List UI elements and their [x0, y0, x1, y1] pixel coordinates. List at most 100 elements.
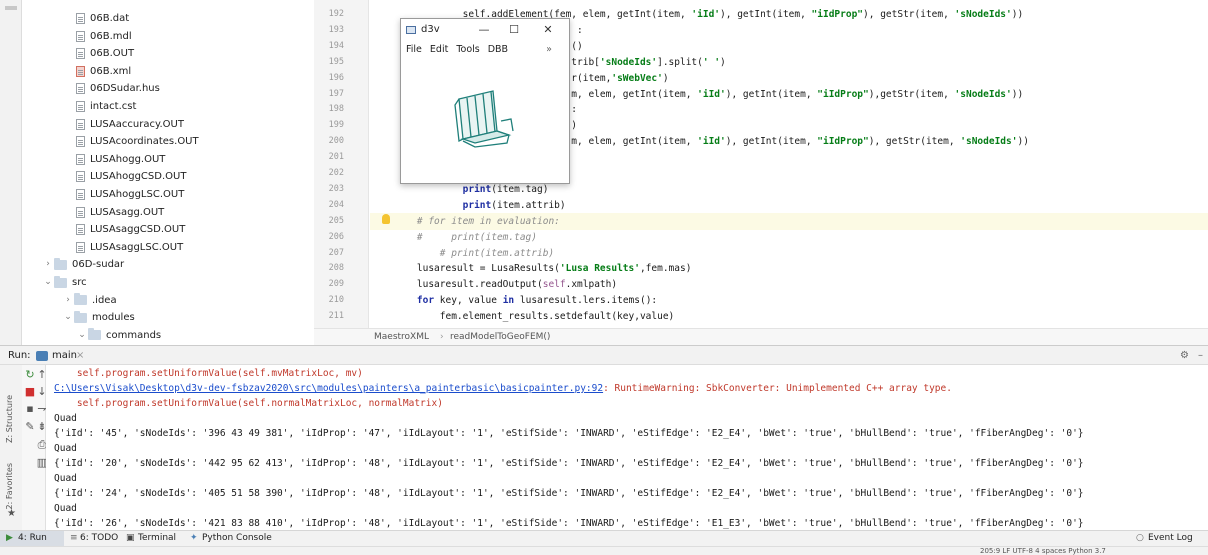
terminal-button[interactable]: Terminal: [138, 531, 176, 546]
tree-item-06dsudar-hus[interactable]: 06DSudar.hus: [76, 80, 160, 97]
tree-item-label: LUSAaccuracy.OUT: [90, 118, 184, 130]
tree-item-label: 06B.dat: [90, 13, 130, 24]
expanded-arrow-icon[interactable]: ⌄: [76, 327, 88, 344]
tree-item-label: LUSAhoggLSC.OUT: [90, 189, 185, 200]
run-tab-main[interactable]: main: [52, 346, 77, 365]
expanded-arrow-icon[interactable]: ⌄: [62, 309, 74, 326]
todo-button[interactable]: 6: TODO: [80, 531, 118, 546]
tree-item-lusahoggcsd-out[interactable]: LUSAhoggCSD.OUT: [76, 168, 186, 185]
folder-icon: [74, 293, 87, 306]
python-console-button[interactable]: Python Console: [202, 531, 272, 546]
warning-text: : RuntimeWarning: SbkConverter: Unimplem…: [603, 383, 952, 394]
d3v-viewport[interactable]: [401, 61, 569, 183]
event-log-icon: ○: [1136, 533, 1144, 543]
run-toolwindow-button[interactable]: 4: Run: [18, 531, 47, 546]
console-line[interactable]: C:\Users\Visak\Desktop\d3v-dev-fsbzav202…: [54, 382, 952, 396]
file-link[interactable]: C:\Users\Visak\Desktop\d3v-dev-fsbzav202…: [54, 383, 603, 394]
code-line[interactable]: # print(item.tag): [394, 229, 537, 246]
favorites-tab[interactable]: 2: Favorites: [5, 463, 14, 509]
file-icon: [76, 153, 85, 165]
tree-item-lusahogglsc-out[interactable]: LUSAhoggLSC.OUT: [76, 186, 184, 203]
python-console-icon: ✦: [190, 533, 198, 543]
code-line[interactable]: fem.element_results.setdefault(key,value…: [394, 308, 675, 325]
file-icon: [76, 241, 85, 253]
tree-item-lusahogg-out[interactable]: LUSAhogg.OUT: [76, 151, 165, 168]
line-number: 196: [328, 72, 344, 83]
menu-tools[interactable]: Tools: [456, 41, 479, 59]
tree-item-label: modules: [92, 312, 135, 324]
collapsed-arrow-icon[interactable]: ›: [62, 292, 74, 309]
gear-icon[interactable]: ⚙: [1180, 346, 1189, 365]
code-line[interactable]: # print(item.attrib): [394, 245, 554, 262]
tree-item-06b-dat[interactable]: 06B.dat: [76, 10, 129, 27]
code-line[interactable]: lusaresult.readOutput(self.xmlpath): [394, 276, 617, 293]
d3v-titlebar[interactable]: d3v — ☐ ✕: [401, 19, 569, 41]
tree-item-lusaaccuracy-out[interactable]: LUSAaccuracy.OUT: [76, 116, 184, 133]
line-number: 200: [328, 136, 344, 147]
line-number: 204: [328, 199, 344, 210]
code-line[interactable]: lusaresult = LusaResults('Lusa Results',…: [394, 260, 692, 277]
menu-file[interactable]: File: [406, 41, 422, 59]
breadcrumb-method[interactable]: readModelToGeoFEM(): [450, 329, 550, 345]
tree-item-06b-out[interactable]: 06B.OUT: [76, 45, 134, 62]
maximize-button[interactable]: ☐: [503, 19, 525, 41]
breadcrumb: MaestroXML › readModelToGeoFEM(): [314, 328, 1208, 345]
menu-overflow-icon[interactable]: »: [546, 41, 552, 59]
folder-icon: [74, 310, 87, 323]
side-tool-strip: Z: Structure 2: Favorites ★: [0, 365, 22, 530]
collapsed-arrow-icon[interactable]: ›: [42, 256, 54, 273]
tree-item-lusasaggcsd-out[interactable]: LUSAsaggCSD.OUT: [76, 221, 185, 238]
console-line: self.program.setUniformValue(self.normal…: [54, 398, 443, 409]
line-number: 203: [328, 183, 344, 194]
console-line: {'iId': '26', 'sNodeIds': '421 83 88 410…: [54, 518, 1084, 529]
folder-icon: [54, 275, 67, 288]
lightbulb-icon[interactable]: [382, 214, 390, 224]
expanded-arrow-icon[interactable]: ⌄: [42, 274, 54, 291]
d3v-window[interactable]: d3v — ☐ ✕ File Edit Tools DBB »: [400, 18, 570, 184]
line-number: 194: [328, 40, 344, 51]
project-tab[interactable]: [5, 6, 17, 10]
close-button[interactable]: ✕: [537, 19, 559, 41]
tree-item-06b-mdl[interactable]: 06B.mdl: [76, 28, 132, 45]
tree-item--idea[interactable]: › .idea: [62, 292, 117, 309]
close-tab-icon[interactable]: ×: [76, 346, 84, 365]
breadcrumb-class[interactable]: MaestroXML: [374, 329, 429, 345]
tree-item-label: LUSAhogg.OUT: [90, 153, 166, 165]
pin-icon[interactable]: ✎: [24, 421, 36, 433]
ide-window: 06B.dat 06B.mdl 06B.OUT 06B.xml 06DSudar.hus…: [0, 0, 1208, 555]
tree-item-lusasagglsc-out[interactable]: LUSAsaggLSC.OUT: [76, 239, 183, 256]
code-line[interactable]: for key, value in lusaresult.lers.items(…: [394, 292, 657, 309]
tree-item-modules[interactable]: ⌄ modules: [62, 309, 135, 326]
tree-item-label: 06DSudar.hus: [90, 83, 160, 95]
hide-panel-icon[interactable]: –: [1198, 346, 1203, 365]
python-run-icon: [36, 351, 48, 361]
console-line: Quad: [54, 413, 77, 424]
run-console-output[interactable]: self.program.setUniformValue(self.mvMatr…: [46, 365, 1208, 530]
tree-item-commands[interactable]: ⌄ commands: [76, 327, 161, 344]
minimize-button[interactable]: —: [473, 19, 495, 41]
tree-item-src[interactable]: ⌄ src: [42, 274, 87, 291]
stop-icon[interactable]: ■: [24, 386, 36, 398]
tree-item-label: .idea: [92, 294, 117, 306]
d3v-menubar: File Edit Tools DBB »: [401, 41, 569, 59]
tree-item-intact-cst[interactable]: intact.cst: [76, 98, 136, 115]
layout-icon[interactable]: ▪: [24, 403, 36, 415]
tree-item-lusacoordinates-out[interactable]: LUSAcoordinates.OUT: [76, 133, 199, 150]
tree-item-label: src: [72, 277, 87, 288]
status-info[interactable]: 205:9 LF UTF-8 4 spaces Python 3.7: [980, 547, 1106, 555]
star-icon: ★: [7, 508, 16, 519]
code-line[interactable]: print(item.attrib): [394, 197, 566, 214]
tree-item-lusasagg-out[interactable]: LUSAsagg.OUT: [76, 204, 164, 221]
menu-dbb[interactable]: DBB: [488, 41, 508, 59]
menu-edit[interactable]: Edit: [430, 41, 448, 59]
tree-item-06b-xml[interactable]: 06B.xml: [76, 63, 131, 80]
tree-item-label: intact.cst: [90, 101, 137, 112]
tree-item-06d-sudar[interactable]: › 06D-sudar: [42, 256, 124, 273]
line-number: 199: [328, 120, 344, 131]
file-icon: [76, 30, 85, 42]
structure-tab[interactable]: Z: Structure: [5, 395, 14, 443]
tree-item-label: 06B.mdl: [90, 30, 132, 42]
code-line[interactable]: # for item in evaluation:: [394, 213, 560, 230]
rerun-icon[interactable]: ↻: [24, 369, 36, 381]
event-log-button[interactable]: Event Log: [1148, 531, 1193, 546]
